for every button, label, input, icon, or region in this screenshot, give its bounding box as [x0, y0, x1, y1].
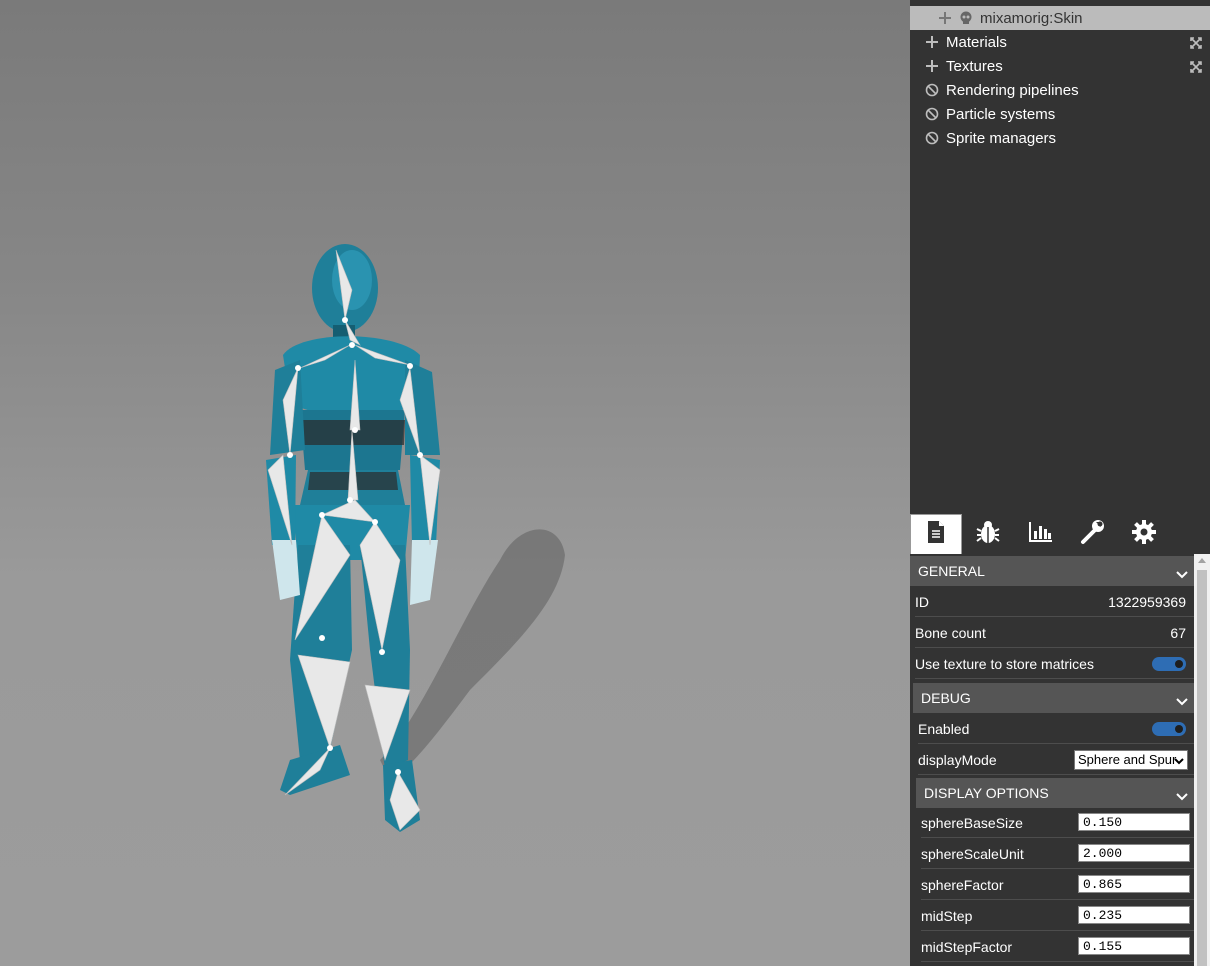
toggle-knob — [1175, 725, 1183, 733]
chevron-down-icon[interactable] — [1176, 566, 1188, 582]
display-mode-value: Sphere and Spur — [1078, 752, 1177, 767]
bone-count-value: 67 — [1170, 624, 1186, 641]
field-label: sphereScaleUnit — [921, 845, 1024, 862]
tab-tools[interactable] — [1066, 514, 1118, 554]
ban-icon — [925, 131, 939, 145]
display-mode-label: displayMode — [918, 751, 997, 768]
tab-settings[interactable] — [1118, 514, 1170, 554]
sphere-base-size-row: sphereBaseSize — [921, 808, 1194, 838]
scroll-up-arrow-icon[interactable] — [1198, 558, 1206, 563]
debug-enabled-row: Enabled — [918, 714, 1194, 744]
chevron-down-icon[interactable] — [1176, 788, 1188, 804]
ban-icon — [925, 83, 939, 97]
chevron-down-icon[interactable] — [1176, 693, 1188, 709]
wrench-icon — [1079, 519, 1105, 550]
tab-properties[interactable] — [910, 514, 962, 554]
plus-icon[interactable] — [925, 35, 939, 49]
use-texture-row: Use texture to store matrices — [915, 649, 1194, 679]
display-mode-select[interactable]: Sphere and Spur — [1074, 750, 1188, 770]
sphere-factor-input[interactable] — [1078, 875, 1190, 893]
tree-item-label: Materials — [946, 33, 1007, 51]
field-label: sphereFactor — [921, 876, 1004, 893]
tree-item-label: mixamorig:Skin — [980, 9, 1083, 27]
tree-item-sprite-managers[interactable]: Sprite managers — [910, 126, 1210, 150]
mid-step-row: midStep — [921, 901, 1194, 931]
use-texture-toggle[interactable] — [1152, 657, 1186, 671]
tree-item-label: Textures — [946, 57, 1003, 75]
document-icon — [926, 520, 946, 549]
plus-icon[interactable] — [938, 11, 952, 25]
plus-icon[interactable] — [925, 59, 939, 73]
chart-icon — [1027, 520, 1053, 549]
tree-item-skin[interactable]: mixamorig:Skin — [910, 6, 1210, 30]
section-title: DEBUG — [921, 690, 971, 706]
use-texture-label: Use texture to store matrices — [915, 655, 1094, 672]
tree-item-rendering-pipelines[interactable]: Rendering pipelines — [910, 78, 1210, 102]
app-root: mixamorig:Skin Materials Textures Render… — [0, 0, 1210, 966]
scene-explorer: mixamorig:Skin Materials Textures Render… — [910, 0, 1210, 514]
inspector-panel: GENERAL ID 1322959369 Bone count 67 Use … — [910, 514, 1210, 966]
mid-step-factor-row: midStepFactor — [921, 932, 1194, 962]
inspector-tabbar — [910, 514, 1210, 554]
mid-step-input[interactable] — [1078, 906, 1190, 924]
debug-enabled-toggle[interactable] — [1152, 722, 1186, 736]
toggle-knob — [1175, 660, 1183, 668]
bug-icon — [975, 519, 1001, 550]
sphere-base-size-input[interactable] — [1078, 813, 1190, 831]
sphere-scale-unit-row: sphereScaleUnit — [921, 839, 1194, 869]
render-viewport[interactable] — [0, 0, 910, 966]
skull-icon — [959, 11, 973, 25]
scroll-thumb[interactable] — [1197, 570, 1207, 966]
bone-count-label: Bone count — [915, 624, 986, 641]
tab-debug[interactable] — [962, 514, 1014, 554]
display-mode-row: displayMode Sphere and Spur — [918, 745, 1194, 775]
tree-item-textures[interactable]: Textures — [910, 54, 1210, 78]
field-label: midStep — [921, 907, 973, 924]
tree-item-label: Rendering pipelines — [946, 81, 1079, 99]
sphere-scale-unit-input[interactable] — [1078, 844, 1190, 862]
inspector-scrollbar[interactable] — [1194, 554, 1210, 966]
gear-icon — [1131, 519, 1157, 550]
bone-count-row: Bone count 67 — [915, 618, 1194, 648]
id-label: ID — [915, 593, 929, 610]
section-display-options-header[interactable]: DISPLAY OPTIONS — [916, 778, 1194, 808]
scene-canvas[interactable] — [0, 0, 910, 966]
section-debug-header[interactable]: DEBUG — [913, 683, 1194, 713]
expand-icon[interactable] — [1190, 36, 1202, 49]
mid-step-factor-input[interactable] — [1078, 937, 1190, 955]
expand-icon[interactable] — [1190, 60, 1202, 73]
chevron-down-icon — [1174, 754, 1184, 769]
section-title: DISPLAY OPTIONS — [924, 785, 1049, 801]
sphere-factor-row: sphereFactor — [921, 870, 1194, 900]
id-row: ID 1322959369 — [915, 587, 1194, 617]
field-label: midStepFactor — [921, 938, 1013, 955]
tree-item-label: Particle systems — [946, 105, 1056, 123]
tab-statistics[interactable] — [1014, 514, 1066, 554]
tree-item-label: Sprite managers — [946, 129, 1057, 147]
enabled-label: Enabled — [918, 720, 970, 737]
tree-item-materials[interactable]: Materials — [910, 30, 1210, 54]
field-label: sphereBaseSize — [921, 814, 1023, 831]
inspector-content: GENERAL ID 1322959369 Bone count 67 Use … — [910, 554, 1194, 966]
id-value: 1322959369 — [1108, 593, 1186, 610]
section-title: GENERAL — [918, 563, 985, 579]
section-general-header[interactable]: GENERAL — [910, 556, 1194, 586]
tree-item-particle-systems[interactable]: Particle systems — [910, 102, 1210, 126]
ban-icon — [925, 107, 939, 121]
